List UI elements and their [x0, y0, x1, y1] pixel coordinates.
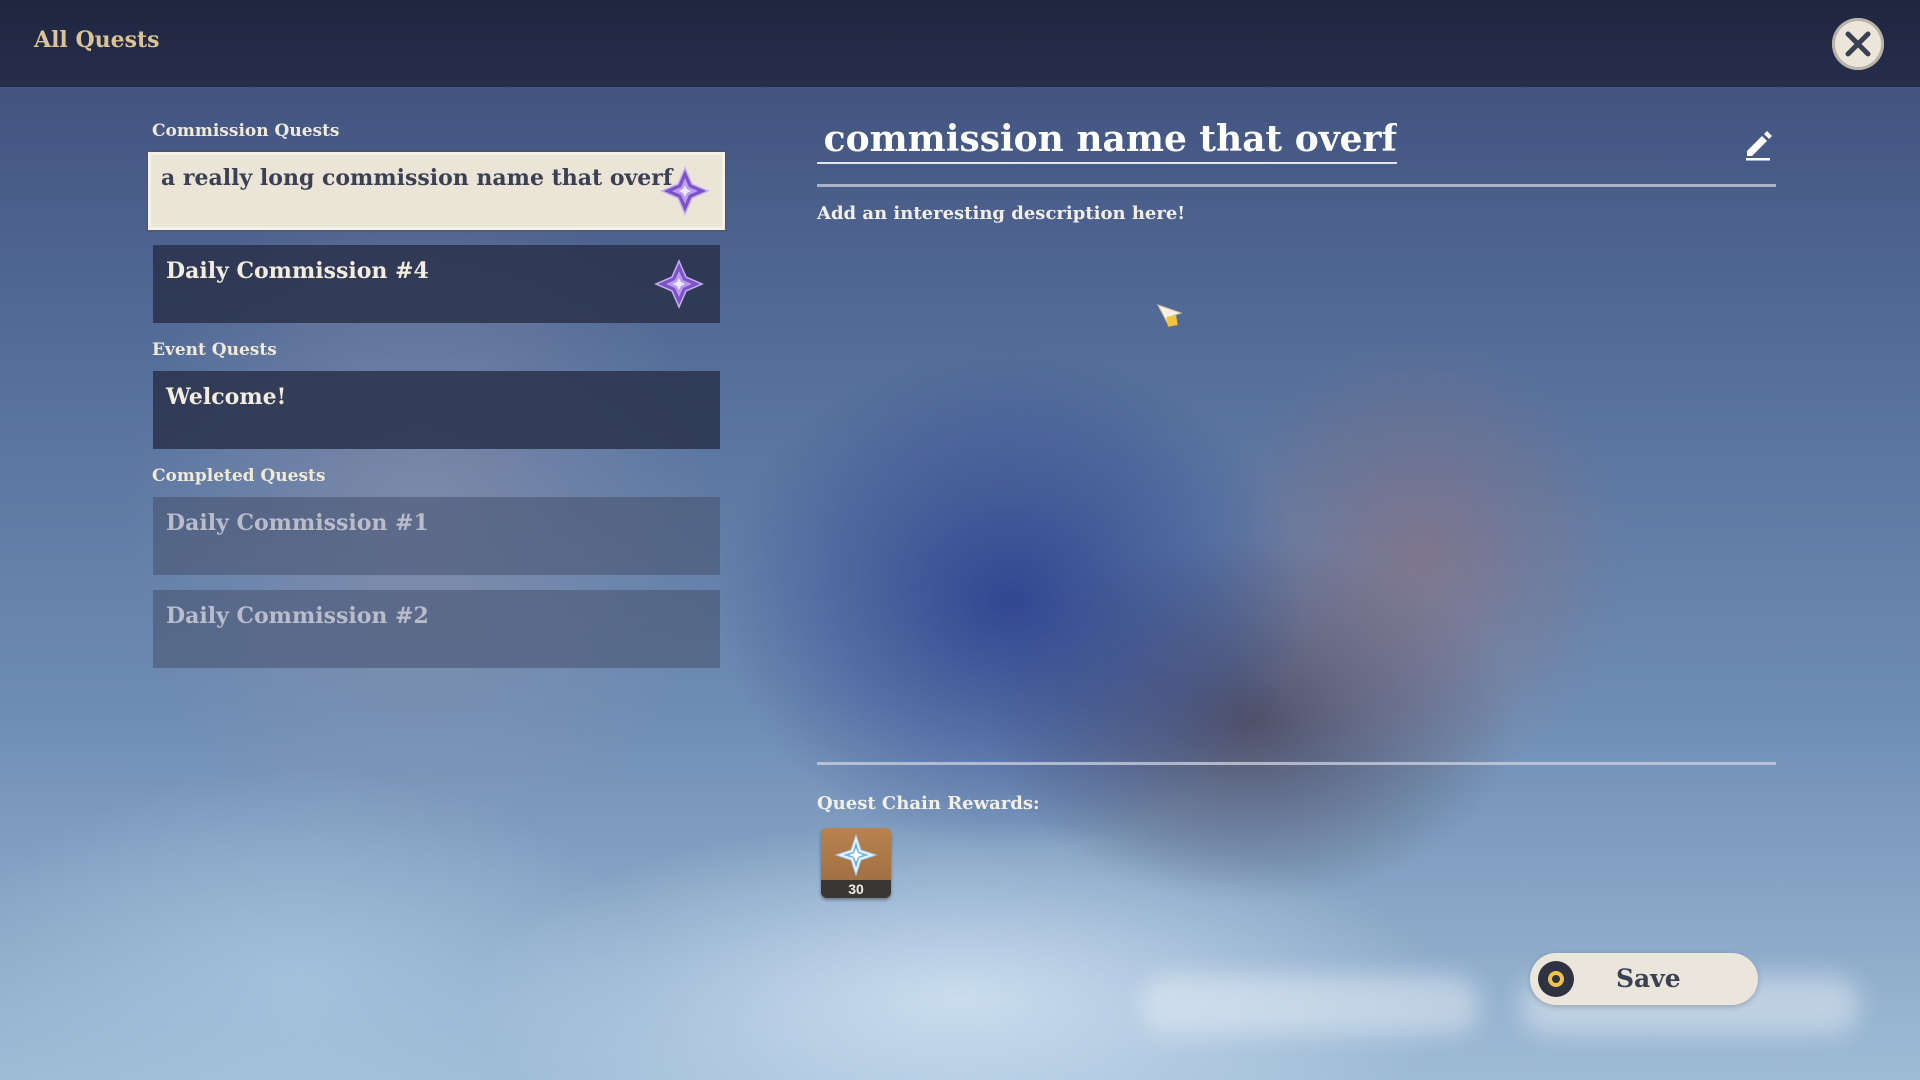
title-underline — [817, 162, 1397, 164]
close-button[interactable] — [1832, 18, 1884, 70]
quest-card-completed-2[interactable]: Daily Commission #2 — [153, 590, 720, 668]
event-quests-heading: Event Quests — [152, 340, 277, 360]
commission-diamond-icon — [660, 166, 710, 216]
quest-name: Welcome! — [166, 384, 287, 410]
save-button[interactable]: Save — [1530, 953, 1758, 1005]
divider — [817, 184, 1776, 187]
page-title: All Quests — [34, 27, 160, 53]
quest-name: Daily Commission #2 — [166, 603, 429, 629]
save-label: Save — [1616, 964, 1681, 993]
top-bar: All Quests — [0, 0, 1920, 87]
reward-quantity: 30 — [848, 881, 864, 897]
pencil-icon[interactable] — [1740, 126, 1776, 162]
confirm-circle-icon — [1538, 961, 1574, 997]
divider — [817, 762, 1776, 765]
completed-quests-heading: Completed Quests — [152, 466, 326, 486]
commission-diamond-icon — [654, 259, 704, 309]
quest-description[interactable]: Add an interesting description here! — [817, 203, 1185, 224]
quest-title-text: a really long commission name that overf — [817, 118, 1397, 160]
quest-title-field[interactable]: a really long commission name that overf — [817, 118, 1397, 166]
quest-card-completed-1[interactable]: Daily Commission #1 — [153, 497, 720, 575]
primogem-icon — [835, 834, 877, 876]
quest-name: Daily Commission #1 — [166, 510, 429, 536]
quest-card-commission-1[interactable]: a really long commission name that overf — [146, 150, 727, 232]
background-glow — [1140, 975, 1480, 1035]
rewards-heading: Quest Chain Rewards: — [817, 793, 1040, 814]
quest-card-event-1[interactable]: Welcome! — [153, 371, 720, 449]
reward-item[interactable]: 30 — [821, 828, 891, 898]
close-icon — [1845, 31, 1871, 57]
quest-card-commission-2[interactable]: Daily Commission #4 — [153, 245, 720, 323]
quest-name: a really long commission name that overf — [161, 165, 673, 191]
commission-quests-heading: Commission Quests — [152, 121, 340, 141]
quest-name: Daily Commission #4 — [166, 258, 429, 284]
cursor-icon — [1156, 304, 1183, 328]
quest-screen: All Quests Commission Quests a really lo… — [0, 0, 1920, 1080]
